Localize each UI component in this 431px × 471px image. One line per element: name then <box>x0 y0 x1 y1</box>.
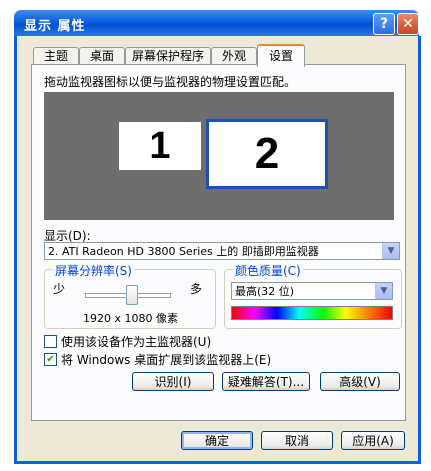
title-bar[interactable]: 显示 属性 ? ✕ <box>14 10 419 36</box>
cancel-button[interactable]: 取消 <box>261 431 333 450</box>
extend-desktop-label: 将 Windows 桌面扩展到该监视器上(E) <box>61 353 272 367</box>
help-button[interactable]: ? <box>373 13 395 35</box>
color-quality-label: 颜色质量(C) <box>233 262 303 279</box>
dialog-body: 主题 桌面 屏幕保护程序 外观 设置 拖动监视器图标以便与监视器的物理设置匹配。… <box>14 36 421 464</box>
primary-monitor-label: 使用该设备作为主监视器(U) <box>61 335 212 349</box>
resolution-group: 屏幕分辨率(S) 少 多 1920 x 1080 像素 <box>44 262 216 329</box>
color-quality-select[interactable]: 最高(32 位) ▼ <box>231 282 393 300</box>
resolution-slider-thumb[interactable] <box>126 285 139 305</box>
close-button[interactable]: ✕ <box>397 13 419 35</box>
tab-screensaver[interactable]: 屏幕保护程序 <box>125 47 211 65</box>
ok-button[interactable]: 确定 <box>181 431 253 450</box>
instruction-text: 拖动监视器图标以便与监视器的物理设置匹配。 <box>44 75 297 89</box>
tab-appearance[interactable]: 外观 <box>211 47 257 65</box>
monitor-arrangement[interactable]: 1 2 <box>44 92 394 220</box>
settings-panel: 拖动监视器图标以便与监视器的物理设置匹配。 1 2 显示(D): 2. ATI … <box>31 64 406 421</box>
monitor-2-icon[interactable]: 2 <box>206 119 328 189</box>
color-quality-group: 颜色质量(C) 最高(32 位) ▼ <box>224 262 402 329</box>
display-select-value: 2. ATI Radeon HD 3800 Series 上的 即插即用监视器 <box>48 245 319 258</box>
resolution-min-label: 少 <box>53 282 66 296</box>
tab-themes[interactable]: 主题 <box>33 47 79 65</box>
resolution-max-label: 多 <box>190 282 203 296</box>
color-spectrum-bar <box>231 306 393 320</box>
chevron-down-icon[interactable]: ▼ <box>375 283 392 299</box>
resolution-label: 屏幕分辨率(S) <box>53 262 134 279</box>
identify-button[interactable]: 识别(I) <box>132 372 214 391</box>
tab-desktop[interactable]: 桌面 <box>79 47 125 65</box>
chevron-down-icon[interactable]: ▼ <box>382 243 399 259</box>
primary-monitor-checkbox[interactable] <box>44 335 57 348</box>
color-quality-value: 最高(32 位) <box>235 285 295 298</box>
display-select[interactable]: 2. ATI Radeon HD 3800 Series 上的 即插即用监视器 … <box>44 242 400 260</box>
troubleshoot-button[interactable]: 疑难解答(T)... <box>222 372 310 391</box>
resolution-value: 1920 x 1080 像素 <box>83 312 178 325</box>
apply-button[interactable]: 应用(A) <box>341 431 405 450</box>
tab-settings[interactable]: 设置 <box>257 44 305 67</box>
monitor-1-icon[interactable]: 1 <box>119 122 201 170</box>
display-properties-window: 显示 属性 ? ✕ 主题 桌面 屏幕保护程序 外观 设置 拖动监视器图标以便与监… <box>0 0 431 471</box>
window-title: 显示 属性 <box>24 19 86 34</box>
advanced-button[interactable]: 高级(V) <box>320 372 400 391</box>
extend-desktop-checkbox[interactable]: ✔ <box>44 353 57 366</box>
